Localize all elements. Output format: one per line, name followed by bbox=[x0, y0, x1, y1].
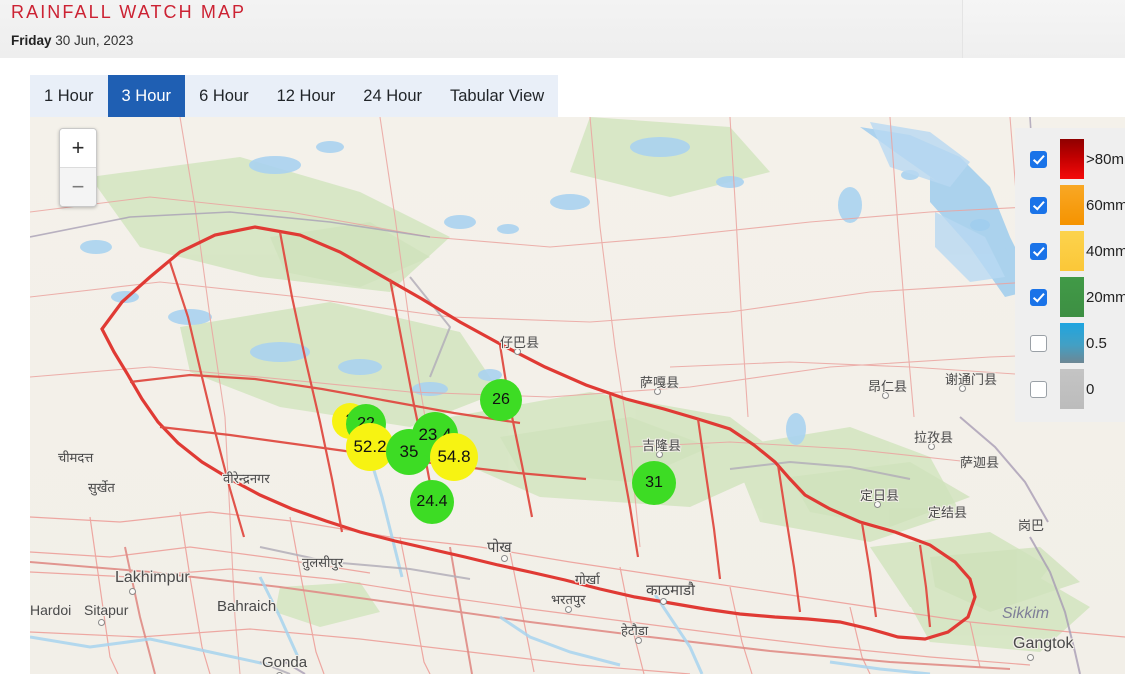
rainfall-watch-map-page: RAINFALL WATCH MAP Friday 30 Jun, 2023 1… bbox=[0, 0, 1125, 674]
legend-checkbox-40mm[interactable] bbox=[1030, 242, 1047, 260]
legend-label: 0.5 bbox=[1086, 334, 1107, 352]
legend-checkbox-20mm[interactable] bbox=[1030, 288, 1047, 306]
legend-label: 0 bbox=[1086, 380, 1095, 398]
legend-row: 0.5 bbox=[1015, 320, 1125, 366]
header-band-right-panel bbox=[962, 0, 1125, 58]
legend-row: 0 bbox=[1015, 366, 1125, 412]
legend-row: 60mm bbox=[1015, 182, 1125, 228]
legend-color-swatch bbox=[1060, 231, 1084, 271]
page-title: RAINFALL WATCH MAP bbox=[11, 2, 247, 22]
rainfall-marker[interactable]: 26 bbox=[480, 379, 522, 421]
map-place-dot-icon bbox=[660, 598, 667, 605]
legend-color-swatch bbox=[1060, 369, 1084, 409]
tab-1-hour[interactable]: 1 Hour bbox=[30, 75, 108, 117]
legend-checkbox-80mm[interactable] bbox=[1030, 150, 1047, 168]
map-place-dot-icon bbox=[635, 637, 642, 644]
map-place-dot-icon bbox=[656, 451, 663, 458]
legend-label: 40mm bbox=[1086, 242, 1125, 260]
map-place-dot-icon bbox=[514, 348, 521, 355]
current-date: Friday 30 Jun, 2023 bbox=[11, 33, 133, 48]
legend-label: 20mm bbox=[1086, 288, 1125, 306]
duration-tabbar: 1 Hour 3 Hour 6 Hour 12 Hour 24 Hour Tabular … bbox=[30, 75, 559, 117]
tab-3-hour[interactable]: 3 Hour bbox=[107, 75, 186, 117]
map-place-dot-icon bbox=[959, 385, 966, 392]
map-place-dot-icon bbox=[98, 619, 105, 626]
map-basemap bbox=[30, 117, 1125, 674]
date-day-of-week: Friday bbox=[11, 33, 52, 48]
legend-checkbox-05[interactable] bbox=[1030, 334, 1047, 352]
map-place-dot-icon bbox=[565, 606, 572, 613]
zoom-in-button[interactable]: + bbox=[60, 129, 96, 167]
rainfall-marker[interactable]: 54.8 bbox=[430, 433, 478, 481]
map-place-dot-icon bbox=[928, 443, 935, 450]
zoom-controls[interactable]: + − bbox=[59, 128, 97, 207]
map-card: 1 Hour 3 Hour 6 Hour 12 Hour 24 Hour Tabular … bbox=[14, 58, 1125, 674]
rainfall-marker[interactable]: 31 bbox=[632, 461, 676, 505]
map-place-dot-icon bbox=[654, 388, 661, 395]
legend-row: 40mm bbox=[1015, 228, 1125, 274]
tab-24-hour[interactable]: 24 Hour bbox=[349, 75, 436, 117]
rainfall-legend: >80mm 60mm 40mm 20mm 0.5 0 bbox=[1015, 128, 1125, 422]
legend-row: 20mm bbox=[1015, 274, 1125, 320]
tab-6-hour[interactable]: 6 Hour bbox=[185, 75, 263, 117]
legend-color-swatch bbox=[1060, 185, 1084, 225]
rainfall-marker[interactable]: 24.4 bbox=[410, 480, 454, 524]
map-place-dot-icon bbox=[882, 392, 889, 399]
legend-row: >80mm bbox=[1015, 136, 1125, 182]
map-place-dot-icon bbox=[1027, 654, 1034, 661]
legend-color-swatch bbox=[1060, 277, 1084, 317]
legend-checkbox-0[interactable] bbox=[1030, 380, 1047, 398]
legend-color-swatch bbox=[1060, 323, 1084, 363]
map-place-dot-icon bbox=[874, 501, 881, 508]
map-place-dot-icon bbox=[501, 555, 508, 562]
zoom-out-button[interactable]: − bbox=[60, 167, 96, 206]
tab-12-hour[interactable]: 12 Hour bbox=[263, 75, 350, 117]
map-place-dot-icon bbox=[129, 588, 136, 595]
legend-label: 60mm bbox=[1086, 196, 1125, 214]
date-value: 30 Jun, 2023 bbox=[55, 33, 134, 48]
tab-tabular-view[interactable]: Tabular View bbox=[436, 75, 558, 117]
legend-checkbox-60mm[interactable] bbox=[1030, 196, 1047, 214]
legend-color-swatch bbox=[1060, 139, 1084, 179]
rainfall-map[interactable]: + − >80mm60mm40mm20mm0.50 仔巴县萨嘎县吉隆县昂仁县谢通… bbox=[30, 117, 1125, 674]
legend-label: >80mm bbox=[1086, 150, 1125, 168]
